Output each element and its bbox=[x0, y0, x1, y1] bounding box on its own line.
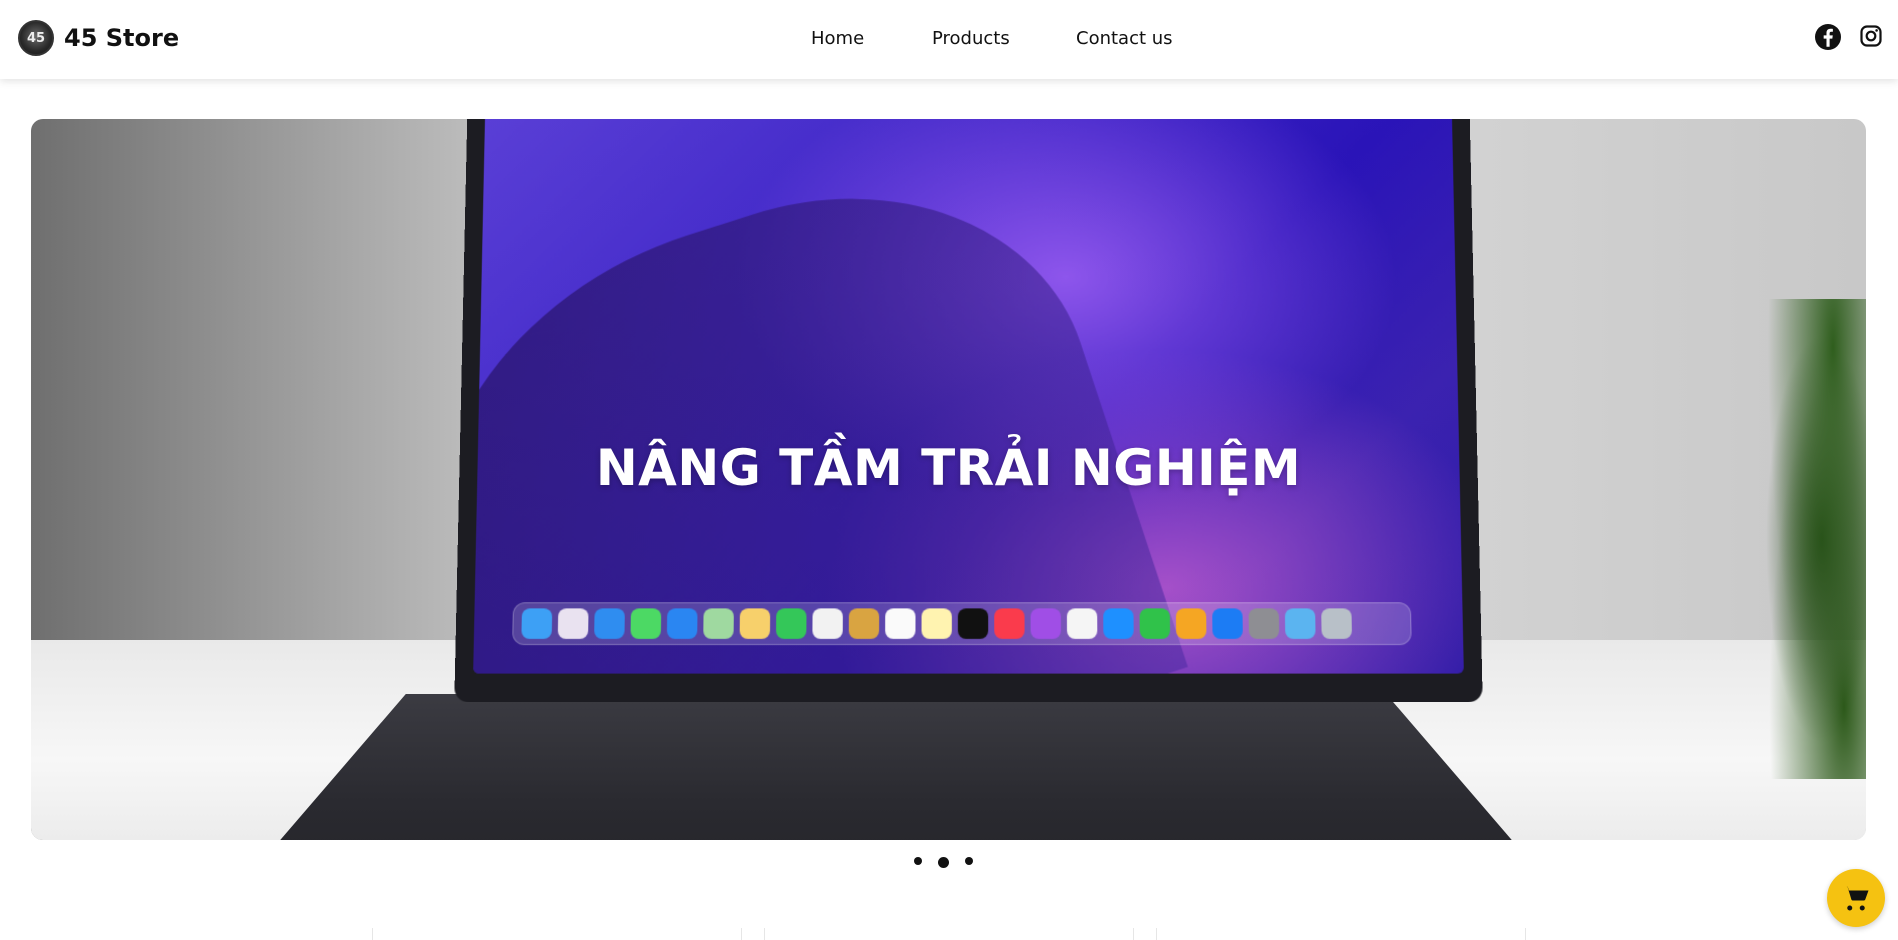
dock-app-icon bbox=[921, 608, 952, 639]
hero-image-plant bbox=[1756, 299, 1866, 779]
store-logo: 45 bbox=[18, 20, 54, 56]
carousel-dot-2[interactable] bbox=[938, 857, 949, 868]
hero-image-laptop bbox=[454, 119, 1483, 703]
carousel-dots bbox=[914, 853, 973, 868]
dock-app-icon bbox=[776, 608, 807, 639]
brand[interactable]: 45 45 Store bbox=[18, 20, 179, 56]
nav-link-products[interactable]: Products bbox=[932, 28, 1010, 49]
cart-button[interactable] bbox=[1827, 869, 1885, 927]
dock-app-icon bbox=[812, 608, 843, 639]
dock-app-icon bbox=[594, 608, 625, 639]
hero-image-keyboard bbox=[251, 694, 1541, 840]
hero-title: NÂNG TẦM TRẢI NGHIỆM bbox=[595, 439, 1302, 497]
dock-app-icon bbox=[1321, 608, 1352, 639]
hero-image-dock bbox=[512, 602, 1412, 646]
hero-image-screen bbox=[473, 119, 1464, 674]
carousel-dot-1[interactable] bbox=[914, 856, 922, 865]
dock-app-icon bbox=[957, 608, 989, 639]
main-nav: Home Products Contact us bbox=[0, 0, 1898, 79]
dock-app-icon bbox=[1284, 608, 1316, 639]
hero-banner[interactable]: NÂNG TẦM TRẢI NGHIỆM bbox=[31, 119, 1866, 840]
dock-app-icon bbox=[1212, 608, 1243, 639]
dock-app-icon bbox=[666, 608, 698, 639]
product-card[interactable] bbox=[372, 928, 742, 940]
dock-app-icon bbox=[739, 608, 771, 639]
dock-app-icon bbox=[521, 608, 553, 639]
dock-app-icon bbox=[885, 608, 916, 639]
nav-link-home[interactable]: Home bbox=[811, 28, 864, 49]
screen-wallpaper-wave bbox=[473, 131, 1189, 674]
facebook-icon[interactable] bbox=[1815, 24, 1841, 50]
dock-app-icon bbox=[557, 608, 589, 639]
logo-text: 45 bbox=[26, 30, 46, 46]
instagram-icon[interactable] bbox=[1859, 24, 1883, 48]
site-header: 45 45 Store Home Products Contact us bbox=[0, 0, 1898, 79]
cart-icon bbox=[1844, 886, 1869, 911]
dock-app-icon bbox=[1030, 608, 1061, 639]
dock-app-icon bbox=[1139, 608, 1171, 639]
product-card[interactable] bbox=[764, 928, 1134, 940]
dock-app-icon bbox=[703, 608, 734, 639]
dock-app-icon bbox=[1066, 608, 1098, 639]
dock-app-icon bbox=[630, 608, 662, 639]
dock-app-icon bbox=[994, 608, 1025, 639]
brand-name[interactable]: 45 Store bbox=[64, 24, 179, 52]
nav-link-contact[interactable]: Contact us bbox=[1076, 28, 1173, 49]
carousel-dot-3[interactable] bbox=[965, 856, 973, 865]
dock-app-icon bbox=[1248, 608, 1280, 639]
product-card[interactable] bbox=[1156, 928, 1526, 940]
dock-app-icon bbox=[1103, 608, 1134, 639]
dock-app-icon bbox=[1175, 608, 1207, 639]
dock-app-icon bbox=[848, 608, 880, 639]
